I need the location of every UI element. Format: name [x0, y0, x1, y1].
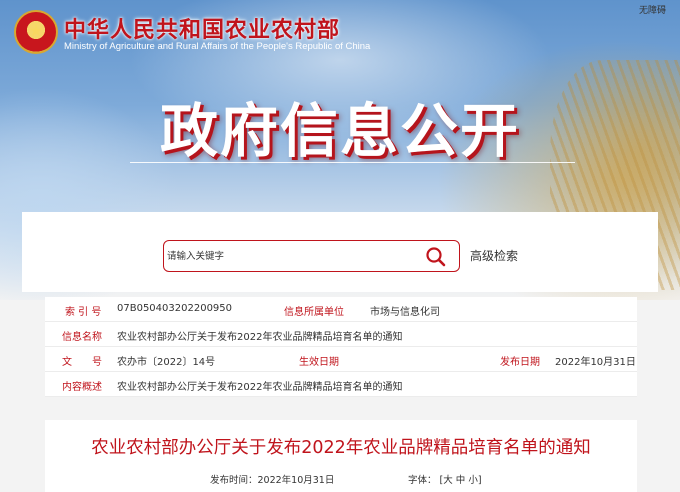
- search-input[interactable]: [167, 246, 417, 266]
- summary-value: 农业农村部办公厅关于发布2022年农业品牌精品培育名单的通知: [117, 382, 403, 393]
- publish-label: 发布日期: [500, 357, 540, 368]
- site-title[interactable]: 中华人民共和国农业农村部: [64, 12, 340, 44]
- search-icon[interactable]: [425, 246, 447, 268]
- index-label: 索 引 号: [65, 307, 102, 318]
- index-value: 07B050403202200950: [117, 303, 233, 314]
- font-size-label: 字体：: [408, 475, 437, 486]
- font-size-medium[interactable]: 中: [456, 475, 466, 486]
- summary-label: 内容概述: [62, 382, 102, 393]
- name-value: 农业农村部办公厅关于发布2022年农业品牌精品培育名单的通知: [117, 332, 403, 343]
- font-size-large[interactable]: [大: [440, 475, 453, 486]
- info-row-doc-no: 文 号 农办市〔2022〕14号 生效日期 发布日期 2022年10月31日: [45, 347, 637, 372]
- font-size-control: 字体： [大 中 小]: [408, 472, 482, 486]
- national-emblem-icon: ★: [14, 10, 58, 54]
- document-header: 农业农村部办公厅关于发布2022年农业品牌精品培育名单的通知 发布时间：2022…: [45, 420, 637, 492]
- font-size-small[interactable]: 小]: [468, 475, 481, 486]
- site-subtitle: Ministry of Agriculture and Rural Affair…: [64, 41, 371, 52]
- info-row-summary: 内容概述 农业农村部办公厅关于发布2022年农业品牌精品培育名单的通知: [45, 372, 637, 397]
- doc-no-label: 文 号: [62, 357, 102, 368]
- info-row-index: 索 引 号 07B050403202200950 信息所属单位 市场与信息化司: [45, 297, 637, 322]
- name-label: 信息名称: [62, 332, 102, 343]
- hero-divider: [130, 162, 575, 163]
- accessibility-link[interactable]: 无障碍: [639, 3, 666, 16]
- document-title: 农业农村部办公厅关于发布2022年农业品牌精品培育名单的通知: [91, 438, 591, 458]
- effective-label: 生效日期: [299, 357, 339, 368]
- search-box: [163, 240, 460, 272]
- info-row-name: 信息名称 农业农村部办公厅关于发布2022年农业品牌精品培育名单的通知: [45, 322, 637, 347]
- advanced-search-link[interactable]: 高级检索: [470, 247, 518, 264]
- info-table: 索 引 号 07B050403202200950 信息所属单位 市场与信息化司 …: [45, 297, 637, 397]
- doc-no-value: 农办市〔2022〕14号: [117, 357, 216, 368]
- category-label: 信息所属单位: [284, 307, 344, 318]
- hero-title: 政府信息公开: [159, 97, 520, 165]
- publish-value: 2022年10月31日: [555, 357, 636, 368]
- category-value: 市场与信息化司: [370, 307, 440, 318]
- publish-time: 发布时间：2022年10月31日: [210, 475, 335, 486]
